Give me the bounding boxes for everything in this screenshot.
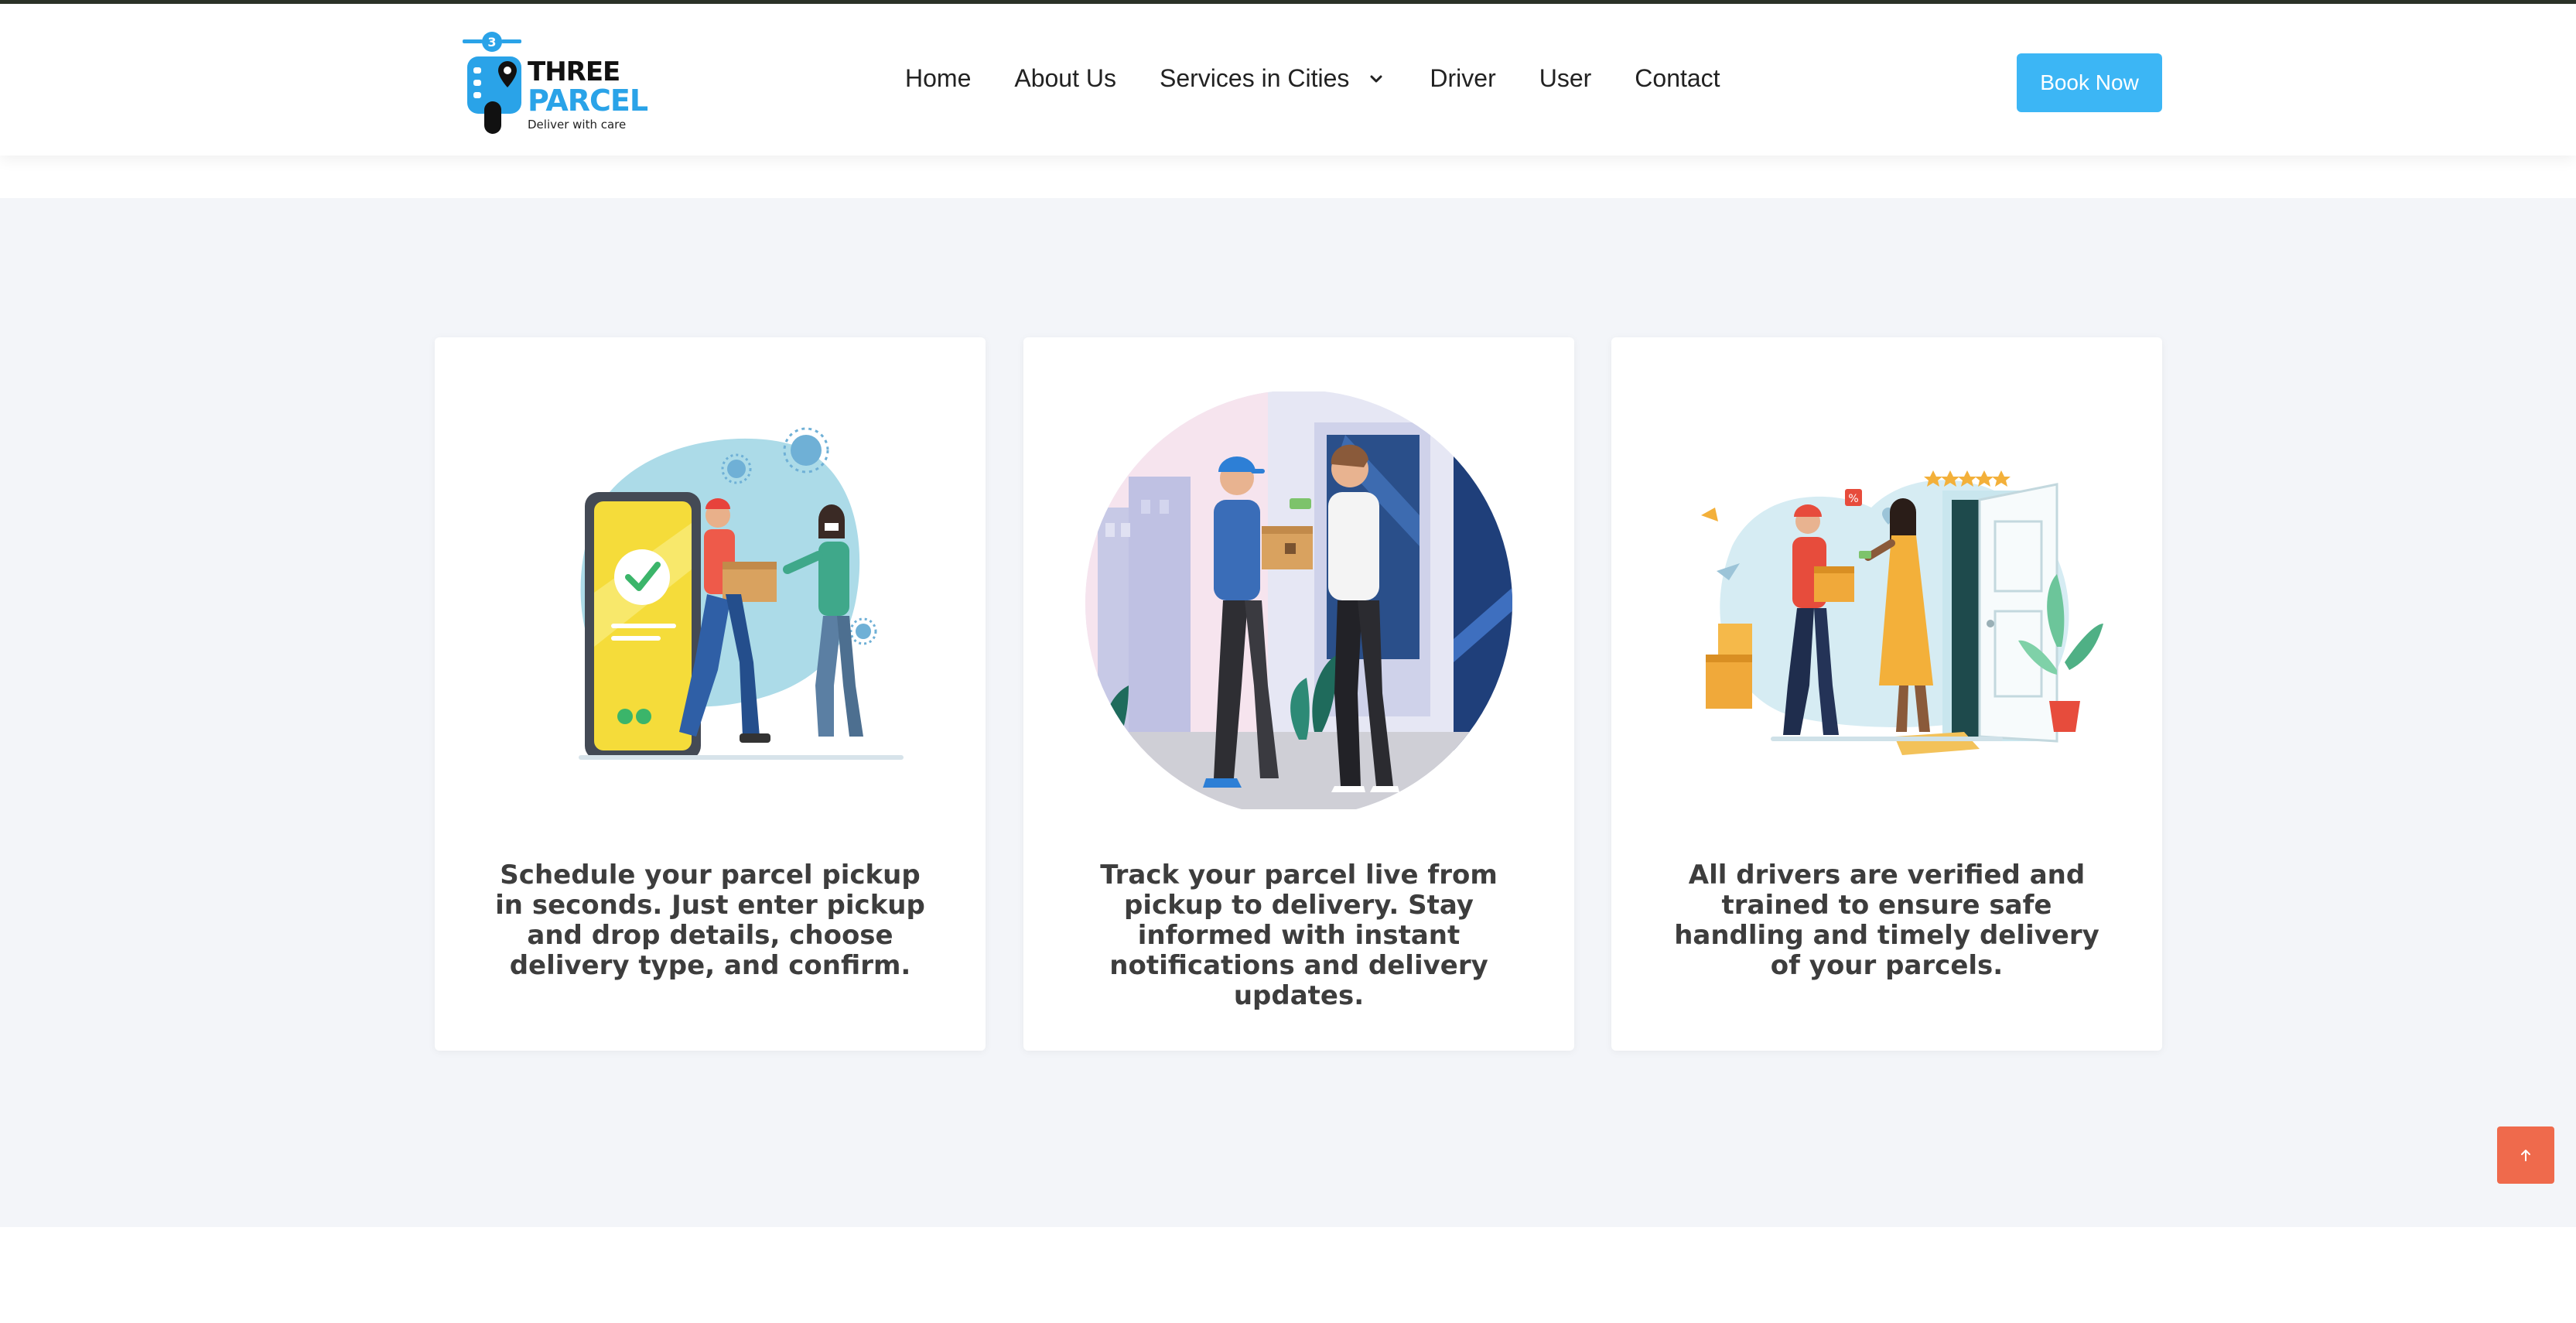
feature-card-verified: % All drivers are verified and trained t… bbox=[1611, 337, 2162, 1051]
site-header: 3 THREE PARCEL Deliver with care Home Ab… bbox=[0, 4, 2576, 156]
verified-driver-delivery-illustration: % bbox=[1701, 470, 2103, 755]
svg-text:%: % bbox=[1848, 493, 1858, 505]
feature-text-tracking: Track your parcel live from pickup to de… bbox=[1100, 860, 1498, 1011]
logo-scooter-icon: 3 bbox=[463, 32, 521, 134]
arrow-up-icon bbox=[2521, 1150, 2530, 1161]
feature-card-tracking: Track your parcel live from pickup to de… bbox=[1023, 337, 1574, 1051]
feature-text-schedule: Schedule your parcel pickup in seconds. … bbox=[495, 860, 925, 981]
scroll-to-top-button[interactable] bbox=[2497, 1126, 2554, 1184]
main-nav: Home About Us Services in Cities Driver … bbox=[905, 64, 1720, 93]
chevron-down-icon bbox=[1370, 75, 1382, 82]
brand-name-line1: THREE bbox=[528, 56, 620, 87]
nav-about-us[interactable]: About Us bbox=[1014, 64, 1116, 93]
nav-contact[interactable]: Contact bbox=[1635, 64, 1720, 93]
feature-card-schedule: Schedule your parcel pickup in seconds. … bbox=[435, 337, 986, 1051]
nav-services-label: Services in Cities bbox=[1159, 64, 1350, 92]
phone-parcel-handoff-illustration bbox=[579, 427, 904, 760]
svg-text:3: 3 bbox=[487, 35, 496, 50]
brand-logo[interactable]: 3 THREE PARCEL Deliver with care bbox=[461, 27, 662, 135]
book-now-button[interactable]: Book Now bbox=[2017, 53, 2162, 112]
brand-name-line2: PARCEL bbox=[528, 84, 648, 118]
nav-driver[interactable]: Driver bbox=[1430, 64, 1495, 93]
nav-services-in-cities[interactable]: Services in Cities bbox=[1160, 64, 1386, 93]
nav-home[interactable]: Home bbox=[905, 64, 971, 93]
doorstep-delivery-illustration bbox=[1085, 391, 1512, 809]
nav-user[interactable]: User bbox=[1539, 64, 1592, 93]
feature-text-verified: All drivers are verified and trained to … bbox=[1674, 860, 2099, 981]
brand-tagline: Deliver with care bbox=[528, 118, 627, 132]
